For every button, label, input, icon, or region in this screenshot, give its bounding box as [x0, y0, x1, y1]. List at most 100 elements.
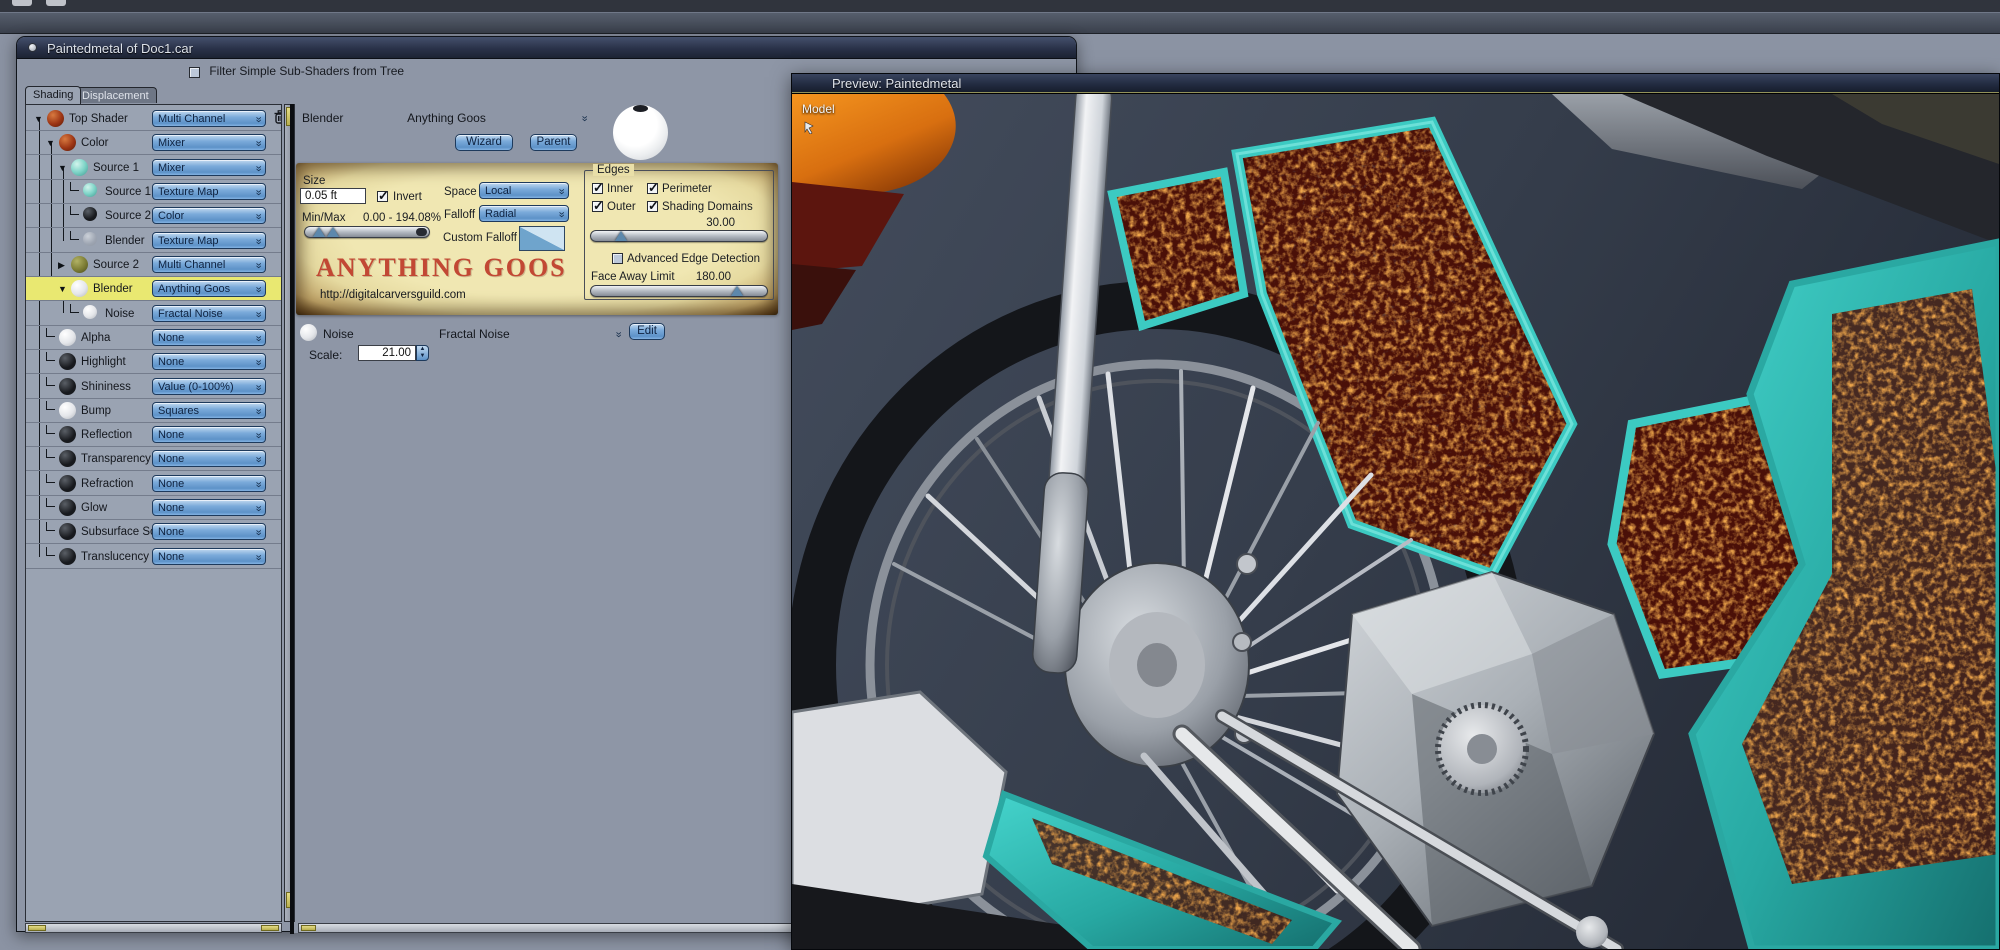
slider-handle[interactable] — [615, 231, 627, 241]
tree-row[interactable]: ▼ Source 1 Mixer » — [26, 156, 281, 180]
slider-handle[interactable] — [731, 286, 743, 296]
expand-arrow-icon[interactable]: ▼ — [58, 163, 70, 173]
scrollbar-button[interactable] — [28, 925, 46, 931]
shader-type-dropdown[interactable]: None » — [152, 450, 266, 468]
tree-row[interactable]: ▶ Source 2 Multi Channel » — [26, 253, 281, 277]
tree-row[interactable]: Bump Squares » — [26, 399, 281, 423]
edit-button[interactable]: Edit — [629, 323, 665, 340]
tree-row[interactable]: Reflection None » — [26, 423, 281, 448]
minmax-range-slider[interactable] — [304, 226, 430, 238]
tab-displacement[interactable]: Displacement — [74, 87, 157, 103]
expand-arrow-icon[interactable] — [46, 352, 55, 362]
expand-arrow-icon[interactable] — [46, 376, 55, 386]
falloff-dropdown[interactable]: Radial » — [479, 205, 569, 222]
expand-arrow-icon[interactable] — [46, 425, 55, 435]
dropdown-value: None — [158, 502, 185, 515]
slider-handle-max[interactable] — [327, 227, 339, 237]
tree-row[interactable]: Source 1 Texture Map » — [26, 180, 281, 204]
preview-titlebar[interactable]: Preview: Paintedmetal — [792, 74, 1999, 93]
expand-arrow-icon[interactable]: ▼ — [34, 114, 46, 124]
shader-type-dropdown[interactable]: None » — [152, 499, 266, 517]
chevron-double-icon[interactable]: » — [579, 115, 591, 120]
window-close-icon[interactable] — [28, 43, 37, 52]
scrollbar-button[interactable] — [261, 925, 279, 931]
tree-row[interactable]: Highlight None » — [26, 350, 281, 375]
shading-domains-checkbox[interactable]: ✓ — [647, 198, 659, 213]
wizard-button[interactable]: Wizard — [455, 134, 513, 151]
expand-arrow-icon[interactable] — [46, 522, 55, 532]
shader-type-dropdown[interactable]: Multi Channel » — [152, 110, 266, 127]
expand-arrow-icon[interactable] — [46, 449, 55, 459]
shader-type-dropdown[interactable]: None » — [152, 328, 266, 346]
expand-arrow-icon[interactable]: ▼ — [46, 138, 58, 148]
custom-falloff-thumbnail[interactable] — [519, 226, 565, 251]
filter-checkbox[interactable] — [189, 67, 200, 79]
chevron-double-icon[interactable]: » — [613, 331, 625, 336]
shader-type-dropdown[interactable]: None » — [152, 426, 266, 444]
toolbar-icon[interactable] — [12, 0, 32, 6]
parent-button[interactable]: Parent — [530, 134, 577, 151]
preview-viewport[interactable] — [792, 94, 1999, 949]
edge-slider[interactable] — [590, 230, 768, 242]
tree-row[interactable]: Glow None » — [26, 496, 281, 521]
toolbar-icon[interactable] — [46, 0, 66, 6]
shader-type-dropdown[interactable]: Mixer » — [152, 158, 266, 176]
chevron-double-icon: » — [252, 554, 265, 560]
advanced-edge-checkbox[interactable] — [612, 253, 623, 264]
tree-row[interactable]: Shininess Value (0-100%) » — [26, 375, 281, 399]
tree-row[interactable]: Refraction None » — [26, 472, 281, 496]
expand-arrow-icon[interactable]: ▼ — [58, 284, 70, 294]
shader-type-dropdown[interactable]: Squares » — [152, 401, 266, 419]
editor-horizontal-scrollbar[interactable] — [298, 923, 792, 933]
shader-type-dropdown[interactable]: Mixer » — [152, 134, 266, 152]
expand-arrow-icon[interactable] — [46, 498, 55, 508]
tree-row[interactable]: Translucency None » — [26, 545, 281, 569]
expand-arrow-icon[interactable]: ▶ — [58, 260, 70, 271]
expand-arrow-icon[interactable] — [70, 230, 79, 240]
shader-type-dropdown[interactable]: Fractal Noise » — [152, 304, 266, 322]
shader-type-dropdown[interactable]: Value (0-100%) » — [152, 377, 266, 395]
panel-divider[interactable] — [290, 104, 294, 934]
shader-type-dropdown[interactable]: None » — [152, 353, 266, 371]
face-away-slider[interactable] — [590, 285, 768, 297]
perimeter-checkbox[interactable]: ✓ — [647, 180, 659, 195]
invert-checkbox[interactable]: ✓ — [377, 188, 389, 203]
scale-input[interactable]: 21.00 — [358, 345, 416, 361]
space-dropdown[interactable]: Local » — [479, 182, 569, 199]
expand-arrow-icon[interactable] — [46, 546, 55, 556]
slider-handle-min[interactable] — [313, 227, 325, 237]
tree-row[interactable]: Transparency None » — [26, 447, 281, 472]
expand-arrow-icon[interactable] — [46, 400, 55, 410]
tree-horizontal-scrollbar[interactable] — [25, 923, 282, 933]
shader-type-dropdown[interactable]: Anything Goos » — [152, 280, 266, 298]
scale-stepper[interactable]: ▲ ▼ — [416, 345, 429, 361]
shader-type-dropdown[interactable]: None » — [152, 474, 266, 492]
outer-checkbox[interactable]: ✓ — [592, 198, 604, 213]
shader-type-dropdown[interactable]: None » — [152, 547, 266, 565]
scrollbar-button[interactable] — [301, 925, 316, 931]
shader-type-dropdown[interactable]: Texture Map » — [152, 182, 266, 200]
window-titlebar[interactable]: Paintedmetal of Doc1.car — [17, 37, 1076, 59]
tree-row[interactable]: ▼ Top Shader Multi Channel » — [26, 107, 281, 131]
shader-tree-panel[interactable]: ▼ Top Shader Multi Channel » ▼ Color Mix… — [25, 104, 282, 922]
expand-arrow-icon[interactable] — [46, 473, 55, 483]
shader-type-dropdown[interactable]: None » — [152, 523, 266, 541]
tree-row[interactable]: ▼ Color Mixer » — [26, 131, 281, 156]
tree-row[interactable]: Alpha None » — [26, 326, 281, 350]
shader-type-dropdown[interactable]: Color » — [152, 207, 266, 225]
expand-arrow-icon[interactable] — [70, 181, 79, 191]
tree-row[interactable]: Subsurface Sc None » — [26, 520, 281, 545]
preview-popup-icon[interactable] — [804, 120, 820, 134]
expand-arrow-icon[interactable] — [46, 327, 55, 337]
shader-type-dropdown[interactable]: Texture Map » — [152, 231, 266, 249]
tree-row[interactable]: ▼ Blender Anything Goos » — [26, 277, 281, 302]
expand-arrow-icon[interactable] — [70, 303, 79, 313]
tree-row[interactable]: Source 2 Color » — [26, 204, 281, 229]
size-input[interactable]: 0.05 ft — [300, 188, 366, 204]
tree-row[interactable]: Blender Texture Map » — [26, 229, 281, 253]
tree-row[interactable]: Noise Fractal Noise » — [26, 302, 281, 326]
inner-checkbox[interactable]: ✓ — [592, 180, 604, 195]
tab-shading[interactable]: Shading — [25, 86, 82, 104]
expand-arrow-icon[interactable] — [70, 206, 79, 216]
shader-type-dropdown[interactable]: Multi Channel » — [152, 255, 266, 273]
